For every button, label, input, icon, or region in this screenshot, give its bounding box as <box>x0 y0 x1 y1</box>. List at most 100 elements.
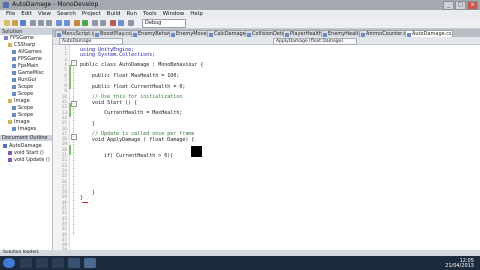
folder-icon <box>8 99 12 103</box>
file-icon <box>12 113 16 117</box>
tree-item[interactable]: Image <box>8 98 30 104</box>
code-line[interactable]: void Start () { <box>80 100 137 106</box>
folder-icon <box>8 43 12 47</box>
unity-icon[interactable] <box>68 258 80 268</box>
tree-item[interactable]: Scope <box>12 84 33 90</box>
clock-date: 21/04/2013 <box>445 263 474 269</box>
system-tray-clock[interactable]: 12:05 21/04/2013 <box>445 259 474 269</box>
changed-lines-marker <box>69 145 71 155</box>
mouse-cursor-block <box>191 146 202 157</box>
tree-item[interactable]: Scope <box>12 112 33 118</box>
fold-toggle[interactable]: - <box>71 60 77 66</box>
media-icon[interactable] <box>52 258 64 268</box>
redo-icon[interactable] <box>64 20 70 26</box>
tree-item[interactable]: FPSGame <box>4 35 34 41</box>
menu-run[interactable]: Run <box>123 10 140 18</box>
configuration-select[interactable]: Debug <box>142 19 186 28</box>
code-line[interactable]: public float MaxHealth = 100; <box>80 73 179 79</box>
line-number-gutter: 1 2 3 4 5 6 7 8 9 10 11 12 13 14 15 16 17 18 19 20 21 22 23 24 2… <box>53 45 70 256</box>
line-number: 3 <box>64 57 67 63</box>
menu-help[interactable]: Help <box>187 10 206 18</box>
line-number: 29 <box>61 195 67 201</box>
line-number: 15 <box>61 121 67 127</box>
cut-icon[interactable] <box>30 20 36 26</box>
changed-lines-marker <box>69 65 71 89</box>
menu-file[interactable]: File <box>3 10 18 18</box>
tree-item[interactable]: FPSGame <box>12 56 42 62</box>
close-button[interactable]: × <box>467 1 478 10</box>
fold-toggle[interactable]: - <box>71 134 77 140</box>
tree-item[interactable]: Images <box>12 126 36 132</box>
menu-tools[interactable]: Tools <box>140 10 160 18</box>
tree-item[interactable]: FpsMain <box>12 63 39 69</box>
line-number: 10 <box>61 94 67 100</box>
save-icon[interactable] <box>20 20 26 26</box>
file-icon <box>12 85 16 89</box>
app-icon <box>3 2 9 8</box>
menu-search[interactable]: Search <box>54 10 79 18</box>
tree-item[interactable]: RunGui <box>12 77 36 83</box>
line-number: 30 <box>61 200 67 206</box>
window-title: AutoDamage - MonoDevelop <box>12 1 99 8</box>
browser-icon[interactable] <box>36 258 48 268</box>
stop-icon[interactable] <box>110 20 116 26</box>
file-icon <box>12 50 16 54</box>
file-icon <box>12 64 16 68</box>
menu-window[interactable]: Window <box>160 10 188 18</box>
tree-item[interactable]: Scope <box>12 91 33 97</box>
fold-toggle[interactable]: - <box>71 101 77 107</box>
code-editor[interactable]: 1 2 3 4 5 6 7 8 9 10 11 12 13 14 15 16 17 18 19 20 21 22 23 24 2… <box>53 45 480 256</box>
outline-item[interactable]: AutoDamage <box>3 143 42 149</box>
menu-view[interactable]: View <box>35 10 54 18</box>
folder-icon <box>8 120 12 124</box>
line-number: 6 <box>64 73 67 79</box>
tree-item[interactable]: Image <box>8 119 30 125</box>
method-icon <box>8 158 12 162</box>
start-button-icon[interactable] <box>3 258 15 268</box>
file-icon <box>12 57 16 61</box>
undo-icon[interactable] <box>56 20 62 26</box>
menu-bar: File Edit View Search Project Build Run … <box>0 10 480 18</box>
monodevelop-icon[interactable] <box>84 258 96 268</box>
menu-edit[interactable]: Edit <box>18 10 35 18</box>
class-dropdown[interactable]: AutoDamage <box>59 38 123 45</box>
editor-navigation-bar: AutoDamage ApplyDamage (float Damage) <box>53 37 480 45</box>
line-number: 13 <box>61 110 67 116</box>
line-number: 25 <box>61 174 67 180</box>
maximize-button[interactable]: □ <box>455 1 466 10</box>
run-icon[interactable] <box>82 20 88 26</box>
code-line[interactable]: public class AutoDamage : MonoBehaviour … <box>80 62 203 68</box>
outline-item[interactable]: void Start () <box>8 150 44 156</box>
build-icon[interactable] <box>74 20 80 26</box>
taskbar: 12:05 21/04/2013 <box>0 256 480 270</box>
tree-item[interactable]: CSSharp <box>8 42 35 48</box>
code-line[interactable]: if( CurrentHealth > 0){ <box>80 153 173 159</box>
copy-icon[interactable] <box>38 20 44 26</box>
code-line[interactable]: using System.Collections; <box>80 52 155 58</box>
code-line[interactable]: CurrentHealth = MaxHealth; <box>80 110 182 116</box>
paste-icon[interactable] <box>46 20 52 26</box>
code-line[interactable]: public float CurrentHealth = 0; <box>80 84 185 90</box>
tree-item[interactable]: Scope <box>12 105 33 111</box>
menu-build[interactable]: Build <box>104 10 124 18</box>
menu-project[interactable]: Project <box>79 10 104 18</box>
minimize-button[interactable]: _ <box>443 1 454 10</box>
code-line[interactable]: void ApplyDamage ( float Damage) { <box>80 137 194 143</box>
method-dropdown[interactable]: ApplyDamage (float Damage) <box>273 38 357 45</box>
line-number: 26 <box>61 179 67 185</box>
explorer-icon[interactable] <box>20 258 32 268</box>
code-line[interactable]: } <box>80 121 95 127</box>
file-icon <box>12 78 16 82</box>
tree-item[interactable]: GameMisc <box>12 70 44 76</box>
bookmark-icon[interactable] <box>100 20 106 26</box>
file-icon <box>12 106 16 110</box>
step-icon[interactable] <box>118 20 124 26</box>
debug-icon[interactable] <box>128 20 134 26</box>
find-icon[interactable] <box>92 20 98 26</box>
fold-guide <box>73 65 74 235</box>
outline-item[interactable]: void Update () <box>8 157 50 163</box>
tree-item[interactable]: AllGames <box>12 49 42 55</box>
code-line[interactable]: } <box>80 195 83 201</box>
open-folder-icon[interactable] <box>12 20 18 26</box>
new-file-icon[interactable] <box>4 20 10 26</box>
